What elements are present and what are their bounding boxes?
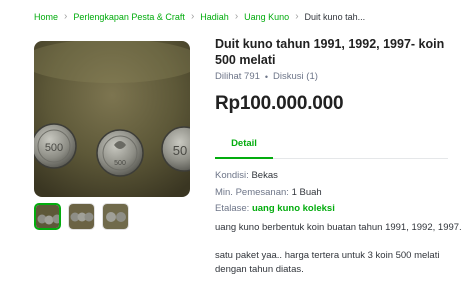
discussion-link[interactable]: Diskusi (1) — [273, 71, 318, 82]
product-info: Kondisi: Bekas Min. Pemesanan: 1 Buah Et… — [215, 168, 335, 218]
thumbnail-1[interactable] — [34, 203, 61, 230]
svg-text:50: 50 — [173, 143, 187, 158]
svg-text:500: 500 — [114, 160, 126, 167]
coins-thumb-icon — [103, 204, 128, 229]
info-condition: Kondisi: Bekas — [215, 168, 335, 185]
breadcrumb-subcategory[interactable]: Hadiah — [200, 12, 229, 22]
view-count: Dilihat 791 — [215, 71, 260, 82]
main-product-image[interactable]: 500 500 50 — [34, 41, 190, 197]
min-order-label: Min. Pemesanan: — [215, 186, 289, 198]
info-min-order: Min. Pemesanan: 1 Buah — [215, 185, 335, 202]
separator-dot: • — [264, 71, 269, 82]
coins-thumb-icon — [36, 205, 59, 228]
chevron-right-icon: › — [234, 11, 239, 22]
thumbnail-list — [34, 203, 129, 230]
tab-detail[interactable]: Detail — [215, 131, 273, 159]
breadcrumb-leaf[interactable]: Uang Kuno — [244, 12, 289, 22]
product-title: Duit kuno tahun 1991, 1992, 1997- koin 5… — [215, 37, 445, 67]
description-paragraph-1: uang kuno berbentuk koin buatan tahun 19… — [215, 222, 462, 233]
chevron-right-icon: › — [64, 11, 68, 22]
description-paragraph-2: satu paket yaa.. harga tertera untuk 3 k… — [215, 250, 440, 275]
thumbnail-2[interactable] — [68, 203, 95, 230]
svg-text:500: 500 — [45, 142, 63, 154]
coins-photo-icon: 500 500 50 — [34, 41, 190, 197]
breadcrumb-home[interactable]: Home — [34, 12, 58, 22]
chevron-right-icon: › — [190, 11, 195, 22]
coins-thumb-icon — [69, 204, 94, 229]
min-order-value: 1 Buah — [291, 186, 322, 198]
condition-value: Bekas — [251, 170, 278, 181]
product-stats: Dilihat 791 • Diskusi (1) — [215, 71, 318, 82]
showcase-label: Etalase: — [215, 203, 250, 214]
breadcrumb-category[interactable]: Perlengkapan Pesta & Craft — [73, 12, 185, 22]
product-tabs: Detail — [215, 131, 448, 159]
breadcrumb: Home › Perlengkapan Pesta & Craft › Hadi… — [34, 11, 365, 22]
product-description: uang kuno berbentuk koin buatan tahun 19… — [215, 221, 465, 291]
chevron-right-icon: › — [295, 11, 299, 22]
showcase-link[interactable]: uang kuno koleksi — [252, 203, 335, 214]
condition-label: Kondisi: — [215, 170, 249, 181]
product-price: Rp100.000.000 — [215, 93, 344, 114]
thumbnail-3[interactable] — [102, 203, 129, 230]
info-showcase: Etalase: uang kuno koleksi — [215, 201, 335, 218]
breadcrumb-current: Duit kuno tah... — [304, 11, 366, 22]
